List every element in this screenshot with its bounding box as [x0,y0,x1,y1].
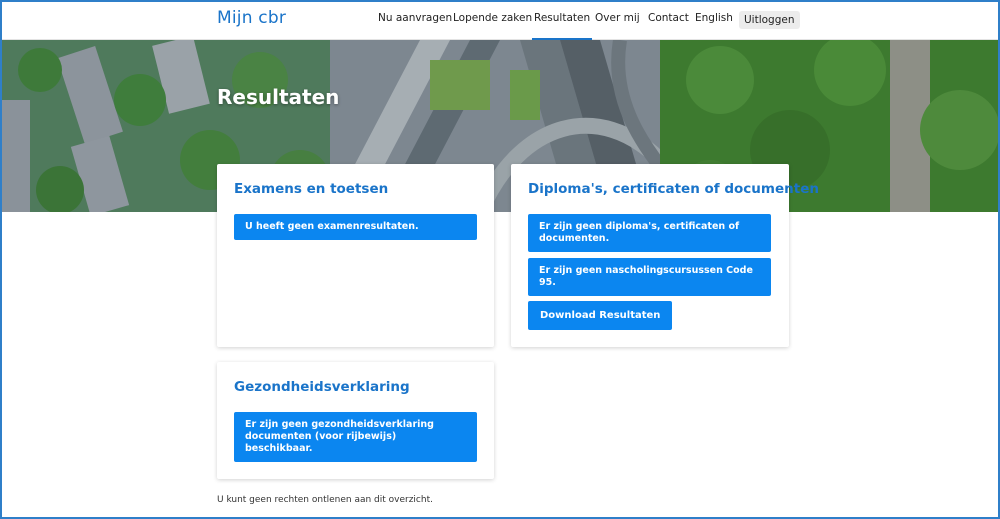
download-results-button[interactable]: Download Resultaten [528,301,673,330]
hero-banner: Resultaten [0,40,1000,212]
logout-button[interactable]: Uitloggen [739,11,800,29]
page-title: Resultaten [217,85,340,109]
health-notice: Er zijn geen gezondheidsverklaring docum… [234,412,477,462]
card-title-health: Gezondheidsverklaring [234,379,410,395]
card-diplomas: Diploma's, certificaten of documenten Er… [511,164,819,347]
nav-item-lopende-zaken[interactable]: Lopende zaken [453,12,532,24]
nav-item-english[interactable]: English [695,12,733,24]
nav-item-contact[interactable]: Contact [648,12,689,24]
code95-notice: Er zijn geen nascholingscursussen Code 9… [528,258,771,296]
diplomas-notice: Er zijn geen diploma's, certificaten of … [528,214,771,252]
nav-item-over-mij[interactable]: Over mij [595,12,640,24]
card-title-exams: Examens en toetsen [234,181,389,197]
brand-logo[interactable]: Mijn cbr [217,8,286,28]
card-health: Gezondheidsverklaring Er zijn geen gezon… [217,362,494,479]
card-title-diplomas: Diploma's, certificaten of documenten [528,181,819,197]
nav-item-nu-aanvragen[interactable]: Nu aanvragen [378,12,452,24]
exams-notice: U heeft geen examenresultaten. [234,214,477,240]
nav-item-resultaten[interactable]: Resultaten [531,12,593,40]
aerial-highway-image [0,40,1000,212]
card-exams: Examens en toetsen U heeft geen examenre… [217,164,494,347]
disclaimer-text: U kunt geen rechten ontlenen aan dit ove… [217,495,433,505]
top-navigation-bar: Mijn cbr Nu aanvragen Lopende zaken Resu… [0,0,1000,40]
